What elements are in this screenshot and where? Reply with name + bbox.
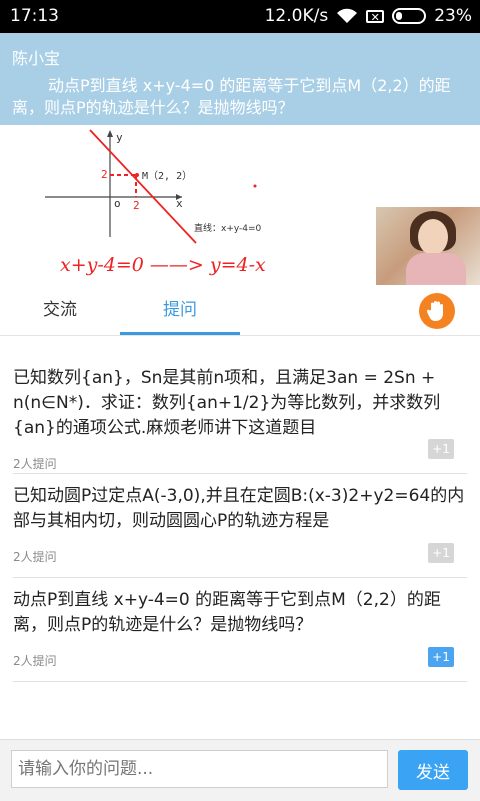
question-author: 陈小宝: [12, 49, 61, 68]
sim-x-icon: ✕: [366, 9, 385, 23]
list-item-text: 动点P到直线 x+y-4=0 的距离等于它到点M（2,2）的距离，则点P的轨迹是…: [13, 590, 441, 635]
plus-one-button[interactable]: +1: [428, 439, 454, 459]
x-axis-label: x: [176, 197, 183, 210]
list-item-text: 已知数列{an}，Sn是其前n项和，且满足3an = 2Sn + n(n∈N*)…: [13, 368, 441, 438]
point-m-label: M（2, 2）: [142, 170, 192, 182]
question-text: 动点P到直线 x+y-4=0 的距离等于它到点M（2,2）的距离，则点P的轨迹是…: [12, 76, 451, 117]
tab-exchange-label: 交流: [43, 300, 77, 320]
teacher-video[interactable]: [376, 207, 480, 285]
network-speed: 12.0K/s: [264, 6, 329, 26]
list-item-meta: 2人提问: [13, 550, 57, 564]
tab-exchange[interactable]: 交流: [0, 285, 120, 335]
line-x-plus-y: [89, 129, 197, 244]
list-item[interactable]: 已知动圆P过定点A(-3,0),并且在定圆B:(x-3)2+y2=64的内部与其…: [13, 474, 467, 578]
list-item-meta: 2人提问: [13, 654, 57, 668]
stray-dot: [253, 184, 257, 188]
tab-bar: 交流 提问: [0, 285, 480, 336]
tab-questions[interactable]: 提问: [120, 285, 240, 335]
handwriting-text: x+y-4=0 ——> y=4-x: [60, 254, 266, 276]
wifi-icon: [337, 8, 358, 23]
status-time: 17:13: [10, 6, 59, 26]
list-item[interactable]: 已知数列{an}，Sn是其前n项和，且满足3an = 2Sn + n(n∈N*)…: [13, 356, 467, 474]
question-header: 陈小宝 动点P到直线 x+y-4=0 的距离等于它到点M（2,2）的距离，则点P…: [0, 33, 480, 125]
point-m: [135, 173, 139, 177]
list-item-meta: 2人提问: [13, 457, 57, 471]
x-tick-label: 2: [133, 199, 140, 212]
whiteboard: y x o 2 2 M（2, 2） 直线：x+y-4=0 x+y-4=0 ——>…: [0, 125, 480, 285]
battery-percent: 23%: [434, 6, 472, 26]
line-label: 直线：x+y-4=0: [194, 222, 262, 234]
tab-questions-label: 提问: [163, 300, 197, 320]
battery-icon: [392, 8, 427, 24]
list-item-text: 已知动圆P过定点A(-3,0),并且在定圆B:(x-3)2+y2=64的内部与其…: [13, 486, 465, 531]
raise-hand-button[interactable]: [419, 293, 455, 329]
plus-one-button[interactable]: +1: [428, 647, 454, 667]
status-bar: 17:13 12.0K/s ✕ 23%: [0, 0, 480, 33]
tab-active-underline: [120, 332, 240, 335]
plus-one-button[interactable]: +1: [428, 543, 454, 563]
send-button[interactable]: 发送: [398, 750, 468, 790]
origin-label: o: [114, 197, 121, 210]
y-tick-label: 2: [101, 168, 108, 181]
y-axis-label: y: [116, 131, 123, 144]
y-axis-arrow: [107, 130, 113, 137]
status-right: 12.0K/s ✕ 23%: [265, 6, 472, 26]
input-bar: 发送: [0, 739, 480, 801]
raise-hand-icon: [427, 301, 443, 321]
list-item[interactable]: 动点P到直线 x+y-4=0 的距离等于它到点M（2,2）的距离，则点P的轨迹是…: [13, 578, 467, 682]
question-list: 已知数列{an}，Sn是其前n项和，且满足3an = 2Sn + n(n∈N*)…: [13, 356, 467, 682]
question-input[interactable]: [11, 750, 388, 788]
